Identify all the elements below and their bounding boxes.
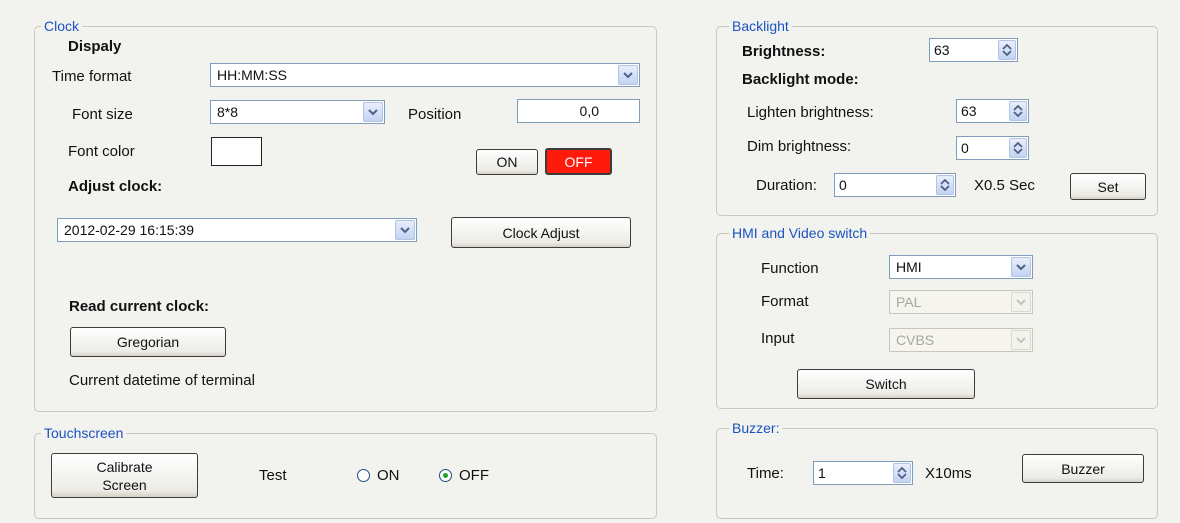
time-format-select[interactable]: HH:MM:SS (210, 63, 640, 87)
chevron-down-icon[interactable] (363, 102, 383, 122)
gregorian-button[interactable]: Gregorian (70, 327, 226, 357)
lighten-brightness-label: Lighten brightness: (747, 104, 874, 121)
touchscreen-legend: Touchscreen (41, 424, 127, 442)
backlight-legend: Backlight (729, 17, 792, 35)
set-button[interactable]: Set (1070, 173, 1146, 200)
chevron-down-icon[interactable] (618, 65, 638, 85)
chevron-down-icon (1011, 292, 1031, 312)
datetime-value: 2012-02-29 16:15:39 (64, 222, 194, 238)
font-color-label: Font color (68, 143, 135, 160)
chevron-down-icon[interactable] (1011, 257, 1031, 277)
datetime-picker[interactable]: 2012-02-29 16:15:39 (57, 218, 417, 242)
calibrate-line1: Calibrate (96, 458, 153, 475)
function-value: HMI (896, 259, 922, 275)
clock-off-button[interactable]: OFF (545, 148, 612, 175)
test-off-label[interactable]: OFF (459, 467, 489, 485)
backlight-mode-heading: Backlight mode: (742, 71, 859, 88)
font-size-value: 8*8 (217, 104, 239, 120)
buzzer-button[interactable]: Buzzer (1022, 454, 1144, 483)
hmi-video-legend: HMI and Video switch (729, 224, 871, 242)
spin-updown-icon[interactable] (1009, 101, 1027, 121)
duration-value: 0 (839, 177, 847, 193)
test-on-label[interactable]: ON (377, 467, 400, 485)
clock-adjust-button[interactable]: Clock Adjust (451, 217, 631, 248)
font-color-swatch[interactable] (211, 137, 262, 166)
clock-on-button[interactable]: ON (476, 149, 538, 175)
format-value: PAL (896, 294, 922, 310)
buzzer-legend: Buzzer: (729, 419, 783, 437)
dim-brightness-spinner[interactable]: 0 (956, 136, 1029, 160)
font-size-label: Font size (72, 106, 133, 123)
input-label: Input (761, 330, 795, 347)
dim-brightness-value: 0 (961, 140, 969, 156)
buzzer-time-unit: X10ms (925, 465, 972, 482)
buzzer-time-label: Time: (747, 465, 784, 482)
lighten-brightness-spinner[interactable]: 63 (956, 99, 1029, 123)
lighten-brightness-value: 63 (961, 103, 977, 119)
display-heading: Dispaly (68, 38, 122, 55)
calibrate-line2: Screen (102, 476, 147, 493)
duration-spinner[interactable]: 0 (834, 173, 956, 197)
function-select[interactable]: HMI (889, 255, 1033, 279)
dim-brightness-label: Dim brightness: (747, 138, 852, 155)
current-datetime-label: Current datetime of terminal (69, 372, 255, 389)
chevron-down-icon (1011, 330, 1031, 350)
position-label: Position (408, 106, 462, 123)
spin-updown-icon[interactable] (998, 40, 1016, 60)
format-label: Format (761, 293, 809, 310)
function-label: Function (761, 260, 819, 277)
buzzer-time-value: 1 (818, 465, 826, 481)
position-value: 0,0 (579, 103, 599, 119)
duration-unit: X0.5 Sec (974, 177, 1035, 194)
adjust-clock-heading: Adjust clock: (68, 178, 163, 195)
settings-window: Clock Dispaly Time format HH:MM:SS Font … (0, 0, 1180, 523)
input-select[interactable]: CVBS (889, 328, 1033, 352)
position-input[interactable]: 0,0 (517, 99, 640, 123)
clock-legend: Clock (41, 17, 83, 35)
spin-updown-icon[interactable] (893, 463, 911, 483)
test-on-radio[interactable] (357, 469, 370, 482)
time-format-label: Time format (52, 68, 132, 85)
input-value: CVBS (896, 332, 935, 348)
spin-updown-icon[interactable] (936, 175, 954, 195)
calibrate-screen-button[interactable]: Calibrate Screen (51, 453, 198, 498)
font-size-select[interactable]: 8*8 (210, 100, 385, 124)
test-label: Test (259, 467, 287, 484)
switch-button[interactable]: Switch (797, 369, 975, 399)
test-off-radio[interactable] (439, 469, 452, 482)
time-format-value: HH:MM:SS (217, 67, 287, 83)
brightness-value: 63 (934, 42, 950, 58)
duration-label: Duration: (756, 177, 817, 194)
spin-updown-icon[interactable] (1009, 138, 1027, 158)
radio-selected-icon (443, 473, 448, 478)
chevron-down-icon[interactable] (395, 220, 415, 240)
format-select[interactable]: PAL (889, 290, 1033, 314)
read-clock-heading: Read current clock: (69, 298, 210, 315)
brightness-label: Brightness: (742, 43, 826, 60)
brightness-spinner[interactable]: 63 (929, 38, 1018, 62)
buzzer-time-spinner[interactable]: 1 (813, 461, 913, 485)
